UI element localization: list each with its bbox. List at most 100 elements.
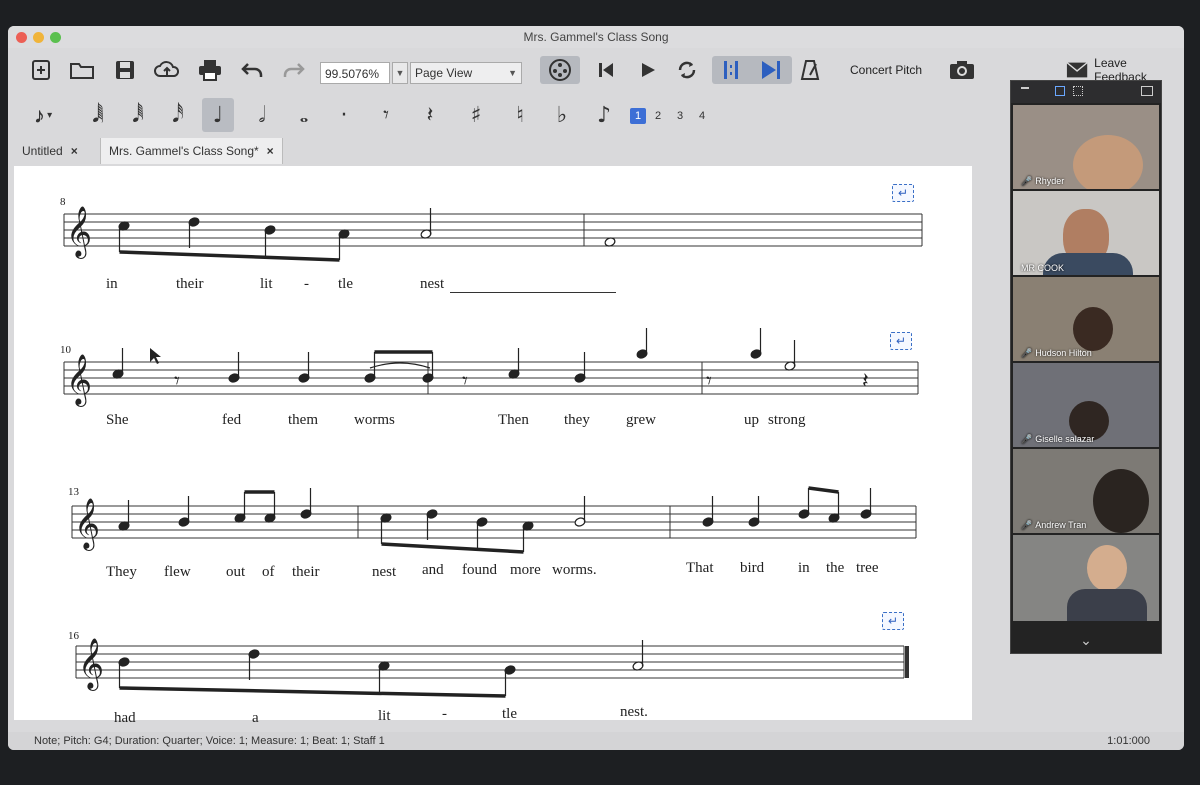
rest-button[interactable]: 𝄽 (414, 98, 446, 132)
lyric-syllable[interactable]: bird (740, 560, 764, 577)
note-beam[interactable] (381, 542, 524, 554)
mixer-button[interactable] (540, 56, 580, 84)
flat-button[interactable]: ♭ (546, 98, 578, 132)
sixty-fourth-note-button[interactable]: 𝅘𝅥𝅲 (82, 98, 114, 132)
lyric-syllable[interactable]: worms (354, 412, 395, 429)
lyric-syllable[interactable]: strong (768, 412, 806, 429)
lyric-syllable[interactable]: lit (260, 276, 273, 293)
minimize-window-button[interactable] (33, 32, 44, 43)
quarter-note-button[interactable]: ♩ (202, 98, 234, 132)
voice-2-button[interactable]: 2 (650, 108, 666, 124)
redo-icon (283, 63, 305, 77)
lyric-syllable[interactable]: tle (338, 276, 353, 293)
lyric-syllable[interactable]: their (176, 276, 204, 293)
tab-untitled[interactable]: Untitled × (14, 138, 86, 164)
lyric-syllable[interactable]: tle (502, 706, 517, 723)
close-window-button[interactable] (16, 32, 27, 43)
lyric-syllable[interactable]: and (422, 562, 444, 579)
lyric-syllable[interactable]: Then (498, 412, 529, 429)
dot-button[interactable]: · (328, 98, 360, 132)
whole-note-button[interactable]: 𝅝 (288, 98, 320, 132)
system-break-button[interactable]: ↵ (890, 332, 912, 350)
undo-button[interactable] (238, 56, 266, 84)
play-to-end-icon[interactable] (756, 59, 786, 81)
sixteenth-note-button[interactable]: 𝅘𝅥𝅰 (162, 98, 194, 132)
lyric-syllable[interactable]: in (798, 560, 810, 577)
video-tile[interactable]: 🎤 Giselle salazar (1013, 363, 1159, 447)
lyric-syllable[interactable]: a (252, 710, 259, 727)
lyric-syllable[interactable]: of (262, 564, 275, 581)
voice-4-button[interactable]: 4 (694, 108, 710, 124)
voice-3-button[interactable]: 3 (672, 108, 688, 124)
lyric-syllable[interactable]: tree (856, 560, 878, 577)
lyric-syllable[interactable]: They (106, 564, 137, 581)
lyric-syllable[interactable]: grew (626, 412, 656, 429)
note-beam[interactable] (119, 686, 506, 698)
lyric-syllable[interactable]: That (686, 560, 714, 577)
lyric-syllable[interactable]: in (106, 276, 118, 293)
video-tile[interactable]: MR COOK (1013, 191, 1159, 275)
video-tile[interactable] (1013, 535, 1159, 621)
scroll-down-button[interactable]: ⌄ (1011, 631, 1161, 653)
lyric-syllable[interactable]: out (226, 564, 245, 581)
play-button[interactable] (636, 56, 660, 84)
system-break-button[interactable]: ↵ (892, 184, 914, 202)
close-icon[interactable]: × (267, 144, 274, 158)
tuplet-button[interactable]: ♪ (588, 98, 620, 132)
concert-pitch-toggle[interactable]: Concert Pitch (846, 56, 926, 84)
lyric-syllable[interactable]: the (826, 560, 844, 577)
video-tile[interactable]: 🎤 Andrew Tran (1013, 449, 1159, 533)
zoom-dropdown-button[interactable]: ▼ (392, 62, 408, 84)
zoom-window-button[interactable] (50, 32, 61, 43)
lyric-syllable[interactable]: flew (164, 564, 191, 581)
note-beam[interactable] (119, 250, 340, 262)
exit-fullscreen-icon[interactable] (1141, 86, 1153, 96)
lyric-syllable[interactable]: up (744, 412, 759, 429)
save-button[interactable] (112, 56, 138, 84)
note-beam[interactable] (808, 486, 839, 494)
measure-number: 8 (60, 196, 66, 208)
lyric-syllable[interactable]: had (114, 710, 136, 727)
rewind-button[interactable] (594, 56, 618, 84)
gallery-view-icon[interactable] (1073, 86, 1083, 96)
speaker-view-icon[interactable] (1055, 86, 1065, 96)
upload-button[interactable] (152, 56, 182, 84)
zoom-input[interactable]: 99.5076% (320, 62, 390, 84)
lyric-syllable[interactable]: nest (420, 276, 444, 293)
tie-button[interactable]: 𝄾 (370, 98, 402, 132)
video-tile[interactable]: 🎤 Hudson Hilton (1013, 277, 1159, 361)
lyric-syllable[interactable]: more (510, 562, 541, 579)
close-icon[interactable]: × (71, 144, 78, 158)
video-tile[interactable]: 🎤 Rhyder (1013, 105, 1159, 189)
snapshot-button[interactable] (948, 56, 976, 84)
score-page[interactable]: 𝄞 𝄞 𝄞 𝄞 𝄾 𝄾 𝄾 𝄽 ↵ ↵ ↵ 8 10 13 16 in their lit -… (14, 166, 972, 726)
half-note-button[interactable]: 𝅗𝅥 (246, 98, 278, 132)
note-entry-mode-button[interactable]: 𝆕 ▾ (24, 98, 64, 132)
natural-button[interactable]: ♮ (504, 98, 536, 132)
lyric-syllable[interactable]: found (462, 562, 497, 579)
view-mode-select[interactable]: Page View ▼ (410, 62, 522, 84)
new-score-button[interactable] (28, 56, 54, 84)
metronome-button[interactable] (798, 56, 822, 84)
lyric-syllable[interactable]: nest. (620, 704, 648, 721)
sharp-button[interactable]: ♯ (460, 98, 492, 132)
lyric-syllable[interactable]: their (292, 564, 320, 581)
loop-button[interactable] (674, 56, 700, 84)
play-selection-icon[interactable] (718, 59, 748, 81)
voice-1-button[interactable]: 1 (630, 108, 646, 124)
redo-button[interactable] (280, 56, 308, 84)
score-notation[interactable]: 𝄞 𝄞 𝄞 𝄞 𝄾 𝄾 𝄾 𝄽 (14, 166, 972, 720)
minimize-icon[interactable] (1021, 87, 1029, 89)
system-break-button[interactable]: ↵ (882, 612, 904, 630)
lyric-syllable[interactable]: fed (222, 412, 241, 429)
tab-class-song[interactable]: Mrs. Gammel's Class Song* × (100, 138, 283, 164)
lyric-syllable[interactable]: She (106, 412, 129, 429)
open-button[interactable] (68, 56, 96, 84)
lyric-syllable[interactable]: they (564, 412, 590, 429)
lyric-syllable[interactable]: nest (372, 564, 396, 581)
thirty-second-note-button[interactable]: 𝅘𝅥𝅱 (122, 98, 154, 132)
print-button[interactable] (196, 56, 224, 84)
lyric-syllable[interactable]: worms. (552, 562, 597, 579)
lyric-syllable[interactable]: them (288, 412, 318, 429)
lyric-syllable[interactable]: lit (378, 708, 391, 725)
